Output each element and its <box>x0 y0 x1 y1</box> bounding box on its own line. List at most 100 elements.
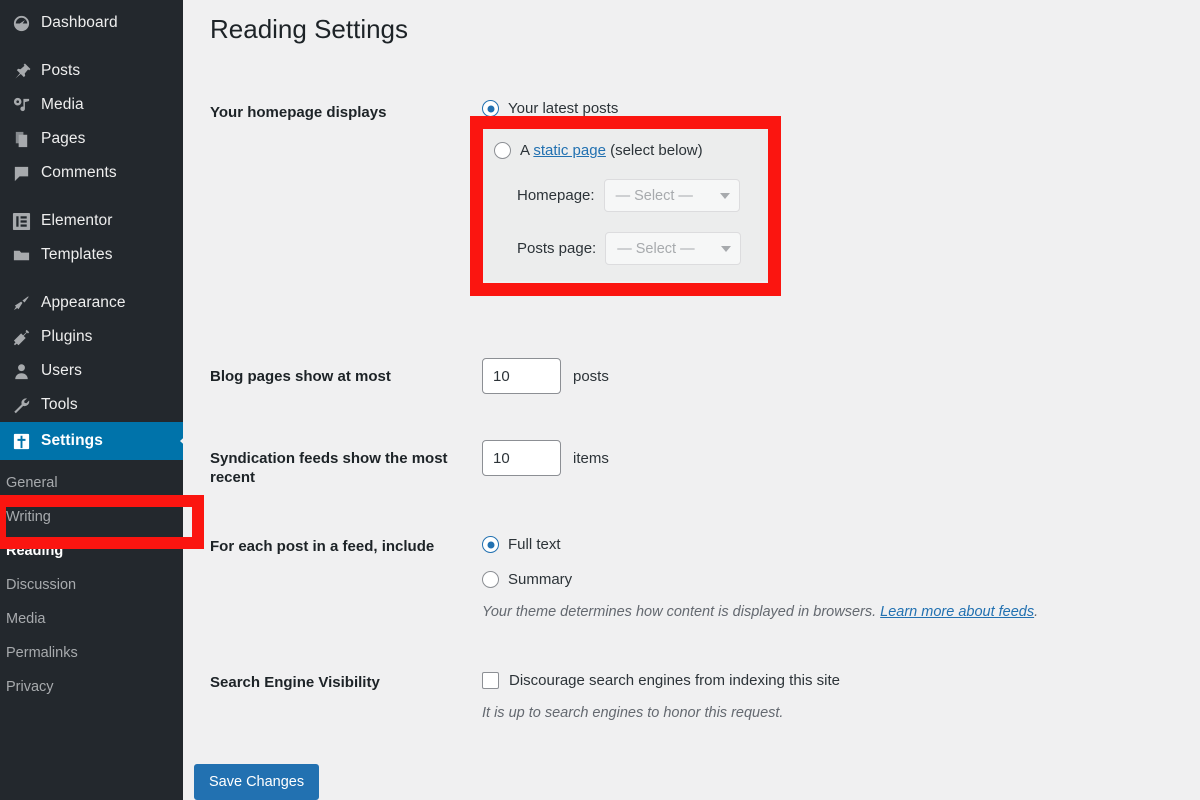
settings-icon <box>10 430 32 452</box>
sidebar-item-settings[interactable]: Settings <box>0 422 183 460</box>
sidebar-item-label: Users <box>41 362 82 379</box>
posts-page-select[interactable]: — Select — <box>605 232 742 265</box>
chevron-down-icon <box>719 192 730 199</box>
sidebar-item-templates[interactable]: Templates <box>0 238 183 272</box>
homepage-select-row: Homepage: — Select — <box>494 179 755 212</box>
syndication-input[interactable] <box>482 440 561 476</box>
admin-sidebar: Dashboard Posts Media Pages Comments Ele… <box>0 0 204 800</box>
submenu-item-label: Media <box>6 611 46 627</box>
sidebar-item-label: Dashboard <box>41 14 118 31</box>
sidebar-item-pages[interactable]: Pages <box>0 122 183 156</box>
posts-page-select-label: Posts page: <box>517 240 597 257</box>
radio-latest-posts-control[interactable] <box>482 100 499 117</box>
submenu-item-privacy[interactable]: Privacy <box>0 670 183 704</box>
media-icon <box>10 94 32 116</box>
main-content: Reading Settings Your homepage displays … <box>183 0 1200 800</box>
learn-more-feeds-link[interactable]: Learn more about feeds <box>880 604 1034 620</box>
sidebar-item-dashboard[interactable]: Dashboard <box>0 6 183 40</box>
static-page-link[interactable]: static page <box>533 142 606 159</box>
paintbrush-icon <box>10 292 32 314</box>
radio-latest-posts-label: Your latest posts <box>508 100 619 117</box>
sidebar-item-label: Appearance <box>41 294 126 311</box>
sidebar-item-appearance[interactable]: Appearance <box>0 286 183 320</box>
sidebar-item-label: Media <box>41 96 84 113</box>
radio-full-text-control[interactable] <box>482 536 499 553</box>
syndication-unit: items <box>573 449 609 467</box>
save-changes-button[interactable]: Save Changes <box>194 764 320 800</box>
dashboard-icon <box>10 12 32 34</box>
row-blog-pages: Blog pages show at most posts <box>210 358 1200 440</box>
submenu-item-permalinks[interactable]: Permalinks <box>0 636 183 670</box>
folder-icon <box>10 244 32 266</box>
sidebar-item-label: Settings <box>41 432 103 449</box>
sidebar-divider <box>0 40 183 54</box>
plug-icon <box>10 326 32 348</box>
radio-static-page[interactable]: A static page (select below) <box>494 142 755 159</box>
sidebar-item-users[interactable]: Users <box>0 354 183 388</box>
radio-summary[interactable]: Summary <box>482 571 1200 588</box>
radio-summary-label: Summary <box>508 571 573 588</box>
radio-static-page-control[interactable] <box>494 142 511 159</box>
submenu-item-reading[interactable]: Reading <box>0 534 183 568</box>
search-visibility-help: It is up to search engines to honor this… <box>482 705 784 721</box>
homepage-select-label: Homepage: <box>517 187 595 204</box>
comment-icon <box>10 162 32 184</box>
submenu-item-label: Discussion <box>6 577 77 593</box>
submenu-item-label: Privacy <box>6 679 54 695</box>
static-page-group: A static page (select below) Homepage: —… <box>482 128 769 281</box>
field-homepage-displays: Your latest posts A static page (select … <box>470 100 1200 358</box>
sidebar-divider <box>0 190 183 204</box>
radio-summary-control[interactable] <box>482 571 499 588</box>
page-title: Reading Settings <box>210 14 409 44</box>
sidebar-item-elementor[interactable]: Elementor <box>0 204 183 238</box>
label-search-visibility: Search Engine Visibility <box>210 674 380 691</box>
elementor-icon <box>10 210 32 232</box>
submenu-item-discussion[interactable]: Discussion <box>0 568 183 602</box>
submenu-item-label: General <box>6 475 58 491</box>
homepage-select-value: — Select — <box>615 187 693 204</box>
sidebar-item-media[interactable]: Media <box>0 88 183 122</box>
settings-submenu: General Writing Reading Discussion Media… <box>0 460 183 704</box>
radio-latest-posts[interactable]: Your latest posts <box>482 100 1200 117</box>
sidebar-item-label: Tools <box>41 396 78 413</box>
feed-help-text: Your theme determines how content is dis… <box>482 604 1200 620</box>
static-prefix-text: A <box>520 142 534 159</box>
row-syndication: Syndication feeds show the most recent i… <box>210 440 1200 528</box>
checkbox-discourage-label: Discourage search engines from indexing … <box>509 672 841 689</box>
save-row: Save Changes <box>194 764 1200 800</box>
pin-icon <box>10 60 32 82</box>
pages-icon <box>10 128 32 150</box>
sidebar-item-label: Plugins <box>41 328 93 345</box>
sidebar-item-plugins[interactable]: Plugins <box>0 320 183 354</box>
sidebar-item-comments[interactable]: Comments <box>0 156 183 190</box>
user-icon <box>10 360 32 382</box>
submenu-item-label: Reading <box>6 543 64 559</box>
chevron-down-icon <box>721 245 732 252</box>
radio-full-text[interactable]: Full text <box>482 536 1200 553</box>
blog-pages-input[interactable] <box>482 358 561 394</box>
submenu-item-media[interactable]: Media <box>0 602 183 636</box>
radio-static-page-label: A static page (select below) <box>520 142 703 159</box>
sidebar-item-tools[interactable]: Tools <box>0 388 183 422</box>
label-syndication: Syndication feeds show the most recent <box>210 450 448 486</box>
submenu-item-writing[interactable]: Writing <box>0 500 183 534</box>
sidebar-item-label: Elementor <box>41 212 113 229</box>
row-search-visibility: Search Engine Visibility Discourage sear… <box>210 664 1200 764</box>
row-homepage-displays: Your homepage displays Your latest posts… <box>210 100 1200 358</box>
posts-page-select-row: Posts page: — Select — <box>494 232 755 265</box>
label-homepage-displays: Your homepage displays <box>210 104 387 121</box>
radio-full-text-label: Full text <box>508 536 561 553</box>
checkbox-discourage-control[interactable] <box>482 672 499 689</box>
feed-help-suffix: . <box>1034 604 1039 620</box>
sidebar-item-posts[interactable]: Posts <box>0 54 183 88</box>
sidebar-item-label: Posts <box>41 62 81 79</box>
sidebar-item-label: Templates <box>41 246 113 263</box>
checkbox-discourage[interactable]: Discourage search engines from indexing … <box>482 672 1200 689</box>
row-feed-include: For each post in a feed, include Full te… <box>210 528 1200 664</box>
submenu-item-general[interactable]: General <box>0 466 183 500</box>
homepage-select[interactable]: — Select — <box>603 179 740 212</box>
posts-page-select-value: — Select — <box>617 240 695 257</box>
wordpress-admin-screen: Dashboard Posts Media Pages Comments Ele… <box>0 0 1200 800</box>
field-search-visibility: Discourage search engines from indexing … <box>482 664 1200 764</box>
sidebar-item-label: Pages <box>41 130 86 147</box>
